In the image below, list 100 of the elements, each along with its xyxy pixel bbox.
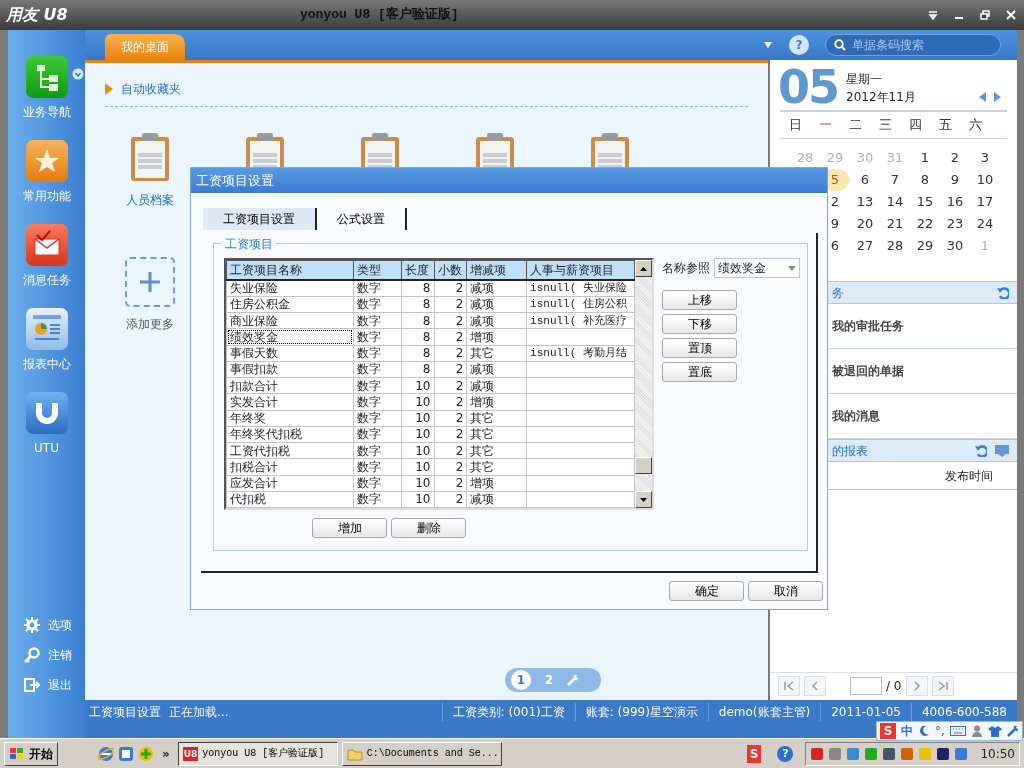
ime-mode[interactable]: 中 (901, 722, 913, 740)
weekday-header: 一 (817, 116, 833, 134)
calendar-day[interactable]: 17 (970, 191, 1000, 213)
dialog-tab[interactable]: 公式设置 (317, 208, 407, 230)
page-total: / 0 (886, 678, 902, 695)
table-cell: 应发合计 (226, 475, 354, 492)
help-icon[interactable]: ? (777, 745, 794, 762)
calendar-day[interactable]: 29 (910, 235, 940, 257)
calendar-day[interactable]: 2 (820, 191, 850, 213)
app-badge: U8 (182, 746, 199, 761)
calendar-day[interactable]: 7 (880, 169, 910, 191)
calendar-day[interactable]: 28 (880, 235, 910, 257)
column-header[interactable]: 人事与薪资项目 (526, 260, 635, 280)
table-cell: 2 (434, 426, 467, 443)
column-header[interactable]: 工资项目名称 (226, 260, 354, 280)
table-cell: 数字 (353, 442, 402, 459)
table-cell: 2 (434, 361, 467, 378)
table-cell: 扣税合计 (226, 458, 354, 475)
calendar-day[interactable]: 3 (970, 147, 1000, 169)
calendar-day[interactable]: 23 (940, 213, 970, 235)
dialog-button[interactable]: 取消 (748, 581, 823, 601)
calendar-day[interactable]: 22 (910, 213, 940, 235)
add-more-button[interactable]: 添加更多 (115, 257, 185, 333)
ime-punctuation[interactable]: °, (935, 722, 945, 740)
calendar-day[interactable]: 14 (880, 191, 910, 213)
status-field: demo(账套主管) (707, 703, 821, 721)
dialog-button[interactable]: 上移 (662, 290, 737, 310)
table-cell: 代扣税 (226, 491, 354, 508)
weekday-header: 二 (847, 116, 863, 134)
sidebar-link[interactable]: 选项 (8, 610, 85, 640)
start-button[interactable]: 开始 (4, 741, 58, 766)
table-cell: 10 (401, 442, 434, 459)
dialog-button[interactable]: 增加 (312, 518, 387, 538)
search-field[interactable]: 单据条码搜索 (825, 34, 1001, 56)
calendar-day[interactable]: 8 (910, 169, 940, 191)
sidebar-link[interactable]: 注销 (8, 640, 85, 670)
day-number: 05 (778, 64, 838, 110)
calendar-day[interactable]: 21 (880, 213, 910, 235)
page-button[interactable]: 1 (511, 670, 531, 690)
reference-dropdown[interactable]: 绩效奖金 (714, 258, 800, 278)
table-cell: 数字 (353, 410, 402, 427)
dialog-button[interactable]: 下移 (662, 314, 737, 334)
table-cell: 数字 (353, 426, 402, 443)
table-cell: 数字 (353, 280, 402, 297)
calendar-day[interactable]: 9 (820, 213, 850, 235)
table-cell: 工资代扣税 (226, 442, 354, 459)
search-input[interactable]: 单据条码搜索 (850, 35, 1000, 55)
calendar-day[interactable]: 6 (820, 235, 850, 257)
dialog-button[interactable]: 置顶 (662, 338, 737, 358)
dialog-button[interactable]: 确定 (669, 581, 744, 601)
calendar-day[interactable]: 5 (820, 169, 850, 191)
table-cell: 10 (401, 491, 434, 508)
table-cell: 2 (434, 328, 467, 345)
calendar-day[interactable]: 24 (970, 213, 1000, 235)
table-cell: 减项 (466, 377, 527, 394)
taskbar-button[interactable]: U8 yonyou U8 [客户验证版] (177, 741, 338, 766)
more-button[interactable]: » (158, 744, 174, 763)
table-cell: 10 (401, 410, 434, 427)
weekday-header: 四 (907, 116, 923, 134)
calendar-day[interactable]: 10 (970, 169, 1000, 191)
table-cell: 增项 (466, 328, 527, 345)
table-cell: 8 (401, 312, 434, 329)
column-header[interactable]: 类型 (353, 260, 402, 280)
calendar-day[interactable]: 27 (850, 235, 880, 257)
calendar-day[interactable]: 9 (940, 169, 970, 191)
table-cell: isnull( 补充医疗 (526, 312, 635, 329)
column-header: 发布时间 (945, 467, 993, 485)
table-cell: 10 (401, 458, 434, 475)
ime-logo[interactable]: S (880, 723, 896, 739)
sidebar-link[interactable]: 退出 (8, 670, 85, 700)
calendar-day[interactable]: 20 (850, 213, 880, 235)
calendar-day[interactable]: 15 (910, 191, 940, 213)
table-cell: 10 (401, 393, 434, 410)
calendar-day[interactable]: 30 (940, 235, 970, 257)
table-cell: 8 (401, 280, 434, 297)
dialog-button[interactable]: 置底 (662, 362, 737, 382)
help-button[interactable]: ? (789, 35, 809, 55)
calendar-day[interactable]: 13 (850, 191, 880, 213)
taskbar-button[interactable]: C:\Documents and Se... (341, 741, 502, 766)
table-cell: 数字 (353, 377, 402, 394)
shortcut[interactable]: 人员档案 (115, 131, 185, 209)
weekday-header: 五 (937, 116, 953, 134)
calendar-day[interactable]: 2 (940, 147, 970, 169)
table-cell: 8 (401, 328, 434, 345)
column-header[interactable]: 长度 (401, 260, 434, 280)
dialog-button[interactable]: 删除 (391, 518, 466, 538)
calendar-day[interactable]: 1 (910, 147, 940, 169)
column-header[interactable]: 小数 (434, 260, 467, 280)
calendar-day[interactable]: 16 (940, 191, 970, 213)
column-header[interactable]: 增减项 (466, 260, 527, 280)
table-cell: 2 (434, 280, 467, 297)
table-cell: 住房公积金 (226, 296, 354, 313)
table-cell: 8 (401, 361, 434, 378)
calendar-day[interactable]: 6 (850, 169, 880, 191)
table-cell: 10 (401, 426, 434, 443)
month-label: 2012年11月 (846, 89, 916, 106)
tray-logo[interactable]: S (746, 744, 762, 763)
field-label: 名称参照 (662, 260, 710, 277)
table-cell: 数字 (353, 345, 402, 362)
dialog-tab[interactable]: 工资项目设置 (203, 208, 317, 230)
